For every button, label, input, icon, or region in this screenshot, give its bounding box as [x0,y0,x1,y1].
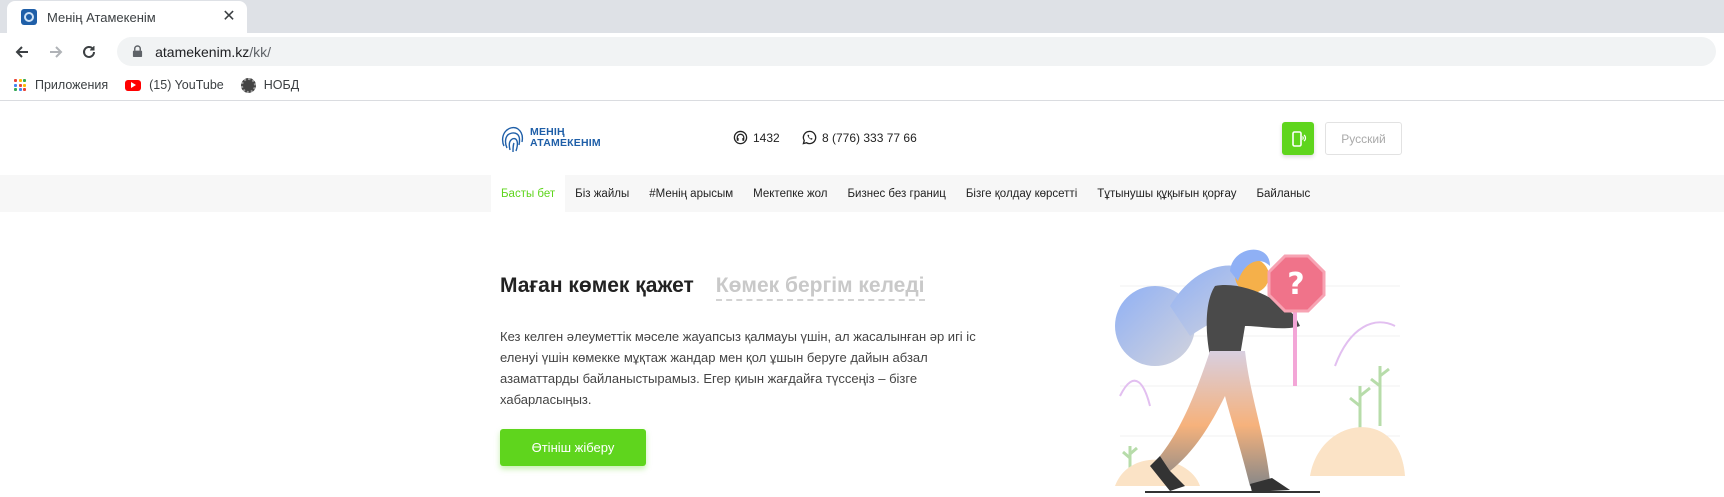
nav-item-about[interactable]: Біз жайлы [565,175,639,212]
nav-item-menin-arysym[interactable]: #Менің арысым [639,175,743,212]
url-domain: atamekenim.kz [155,43,250,60]
nav-item-mektepke-zhol[interactable]: Мектепке жол [743,175,837,212]
close-tab-icon[interactable]: ✕ [221,9,237,25]
browser-toolbar: atamekenim.kz/kk/ [0,33,1724,70]
url-path: /kk/ [249,43,272,60]
site-header: МЕНІҢ АТАМЕКЕНІМ 1432 8 (776) 333 77 66 … [0,102,1724,175]
lock-icon[interactable] [129,44,145,60]
nav-item-supporters[interactable]: Бізге қолдау көрсетті [956,175,1087,212]
back-arrow-icon [15,45,28,58]
hotline-number: 1432 [753,130,780,145]
bookmark-youtube[interactable]: (15) YouTube [125,78,224,92]
help-tabs: Маған көмек қажет Көмек бергім келеді [500,274,925,301]
youtube-icon [125,79,142,91]
tab-give-help[interactable]: Көмек бергім келеді [715,274,925,301]
tab-need-help[interactable]: Маған көмек қажет [500,274,694,298]
whatsapp-contact[interactable]: 8 (776) 333 77 66 [802,130,917,145]
hotline-contact[interactable]: 1432 [733,130,780,145]
nav-item-home[interactable]: Басты бет [491,175,566,212]
main-nav: Басты бет Біз жайлы #Менің арысым Мектеп… [0,175,1724,212]
nav-item-business[interactable]: Бизнес без границ [838,175,956,212]
logo-line2: АТАМЕКЕНІМ [530,137,601,149]
send-request-button[interactable]: Өтініш жіберу [500,429,646,466]
language-button[interactable]: Русский [1325,122,1402,155]
site-favicon-icon [21,9,37,25]
browser-tab[interactable]: Менің Атамекенім ✕ [7,1,247,33]
url-text: atamekenim.kz/kk/ [155,44,271,60]
bookmark-label: Приложения [35,78,109,92]
browser-tabstrip: Менің Атамекенім ✕ [0,0,1724,33]
reload-icon [83,45,96,58]
back-button[interactable] [8,38,36,66]
headset-icon [733,130,748,145]
address-bar[interactable]: atamekenim.kz/kk/ [117,37,1716,66]
bookmarks-bar: Приложения (15) YouTube НОБД [0,70,1724,101]
site-logo[interactable]: МЕНІҢ АТАМЕКЕНІМ [500,122,601,154]
mobile-app-button[interactable] [1282,122,1314,155]
logo-text: МЕНІҢ АТАМЕКЕНІМ [530,127,601,149]
forward-button[interactable] [42,38,70,66]
whatsapp-icon [802,130,817,145]
hero-illustration: ? [1115,249,1405,493]
bookmark-apps[interactable]: Приложения [13,78,108,92]
bookmark-label: НОБД [263,78,300,92]
nobd-icon [240,77,256,93]
bookmark-label: (15) YouTube [149,78,224,92]
svg-text:?: ? [1287,267,1304,302]
forward-arrow-icon [49,45,62,58]
nav-item-consumer-rights[interactable]: Тұтынушы құқығын қорғау [1087,175,1246,212]
hero-description: Кез келген әлеуметтік мәселе жауапсыз қа… [500,329,976,407]
mobile-phone-icon [1292,130,1307,147]
nav-item-contacts[interactable]: Байланыс [1246,175,1320,212]
bookmark-nobd[interactable]: НОБД [240,77,300,93]
tab-title: Менің Атамекенім [47,9,156,25]
apps-grid-icon [13,78,27,92]
whatsapp-number: 8 (776) 333 77 66 [822,130,917,145]
fingerprint-icon [501,126,524,153]
reload-button[interactable] [75,38,103,66]
